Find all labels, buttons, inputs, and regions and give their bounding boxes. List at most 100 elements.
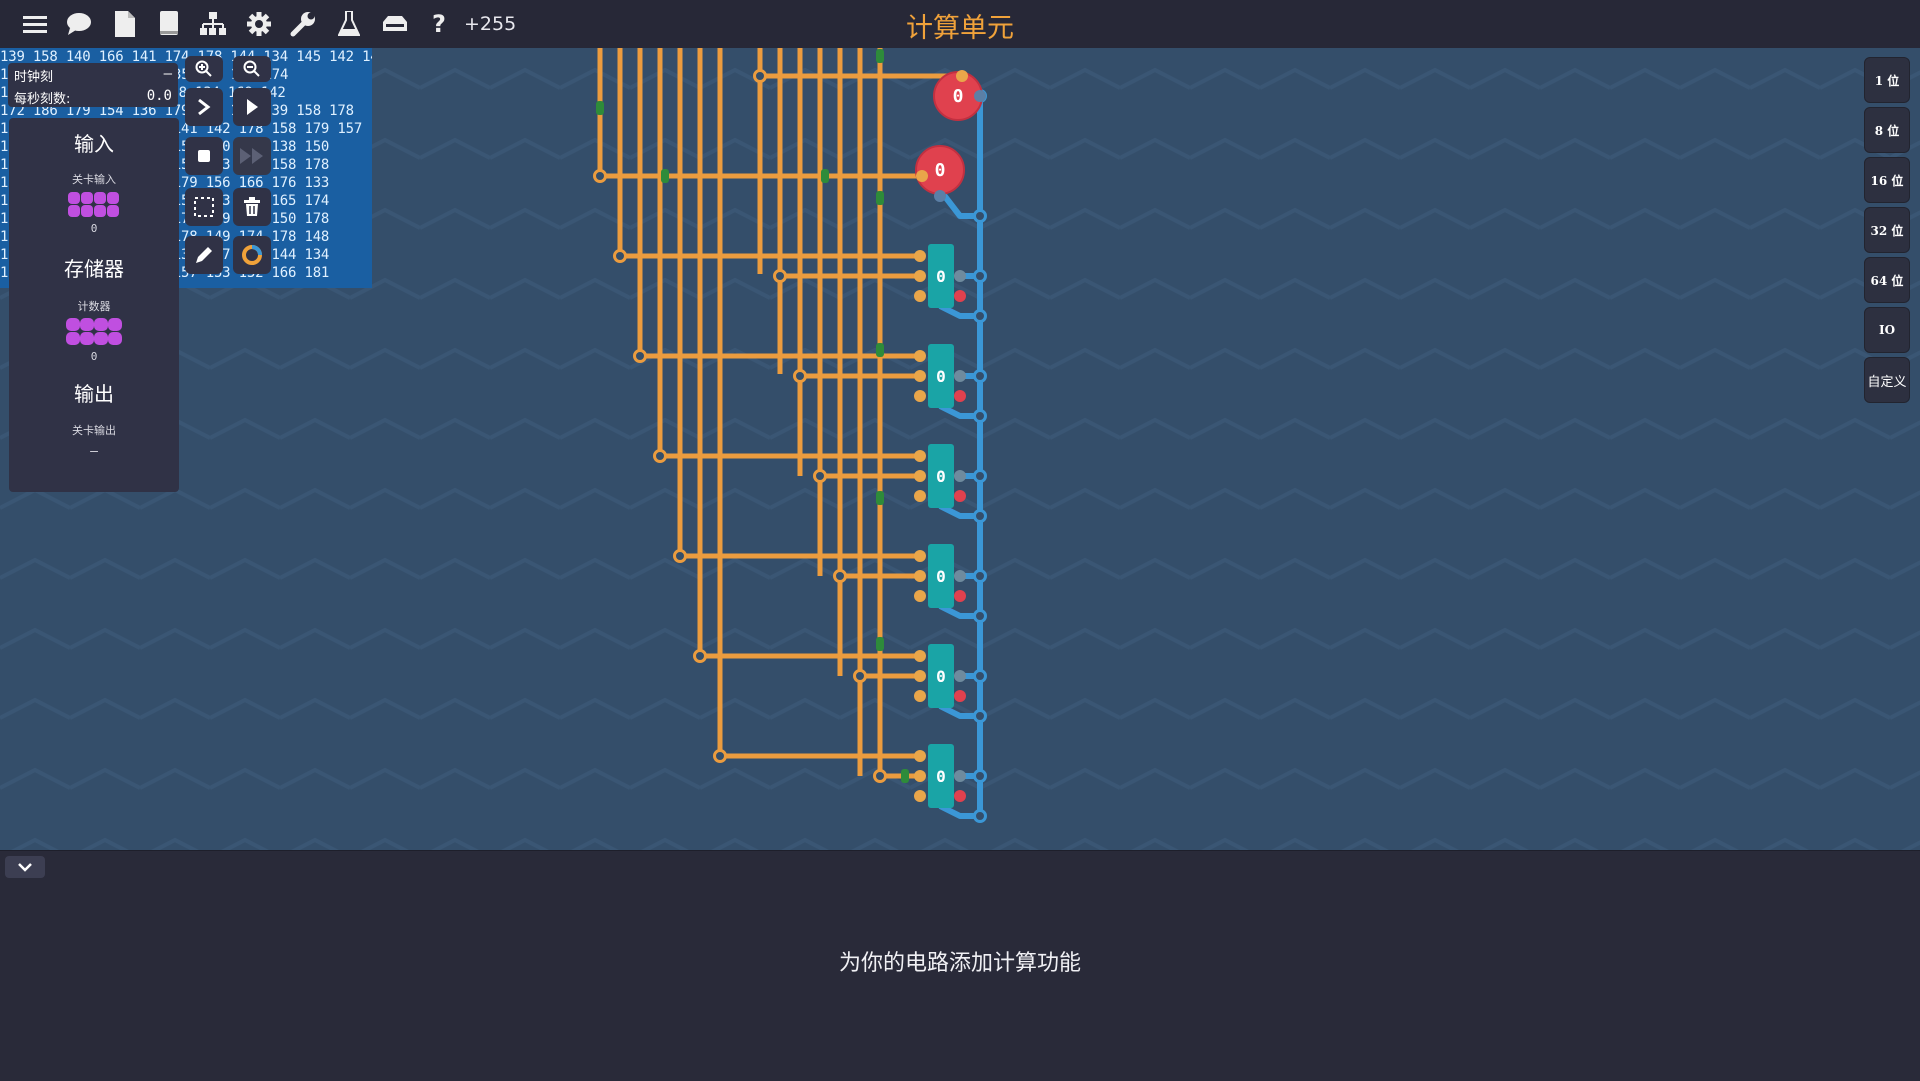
input-pin (956, 70, 968, 82)
wire-node (833, 569, 847, 583)
wire-marker (876, 49, 884, 63)
level-input-component[interactable] (64, 190, 124, 222)
clock-box: 时钟刻 – 每秒刻数: 0.0 (8, 63, 178, 107)
wire-node (973, 369, 987, 383)
wire-marker (821, 169, 829, 183)
register-pin (914, 370, 926, 382)
zoom-out-button[interactable] (233, 56, 271, 82)
register-pin (914, 650, 926, 662)
register-pin (954, 590, 966, 602)
wire-node (973, 209, 987, 223)
bit-button-16[interactable]: 16 位 (1864, 157, 1910, 203)
clock-label: 时钟刻 (14, 70, 54, 85)
counter-component[interactable] (64, 316, 124, 348)
register-pin (914, 750, 926, 762)
register-value: 0 (936, 467, 946, 486)
select-button[interactable] (185, 188, 223, 226)
register-pin (954, 370, 966, 382)
zoom-out-icon (243, 60, 260, 77)
wire-node (813, 469, 827, 483)
wire-node (973, 469, 987, 483)
tps-value: 0.0 (146, 88, 172, 104)
register-pin (914, 250, 926, 262)
wire-node (973, 609, 987, 623)
pencil-icon (196, 247, 212, 263)
level-input-label: 关卡输入 (72, 173, 116, 186)
wire-node (973, 709, 987, 723)
chevron-down-icon (18, 863, 32, 872)
level-output-label: 关卡输出 (72, 424, 116, 437)
register-pin (954, 290, 966, 302)
register-pin (914, 290, 926, 302)
wire-marker (661, 169, 669, 183)
wire-node (713, 749, 727, 763)
register-pin (954, 670, 966, 682)
wire-node (973, 269, 987, 283)
register-pin (954, 470, 966, 482)
register-pin (954, 570, 966, 582)
zoom-in-button[interactable] (185, 56, 223, 82)
collapse-button[interactable] (5, 856, 45, 878)
wire-node (653, 449, 667, 463)
zoom-in-icon (195, 60, 212, 77)
bit-button-64[interactable]: 64 位 (1864, 257, 1910, 303)
clock-value: – (163, 66, 172, 82)
wire-marker (876, 491, 884, 505)
wire-node (693, 649, 707, 663)
register-value: 0 (936, 267, 946, 286)
wire-marker (596, 101, 604, 115)
select-icon (194, 197, 214, 217)
description-panel: 为你的电路添加计算功能 (0, 850, 1920, 1081)
register-pin (914, 590, 926, 602)
io-button[interactable]: IO (1864, 307, 1910, 353)
top-bar: ? +255 计算单元 (0, 0, 1920, 49)
input-value: 0 (935, 160, 946, 181)
register-pin (954, 790, 966, 802)
delete-button[interactable] (233, 188, 271, 226)
register-pin (914, 770, 926, 782)
stop-button[interactable] (185, 137, 223, 175)
wire-node (793, 369, 807, 383)
register-value: 0 (936, 667, 946, 686)
storage-heading: 存储器 (64, 257, 124, 281)
register-pin (914, 350, 926, 362)
wire-node (973, 769, 987, 783)
level-description: 为你的电路添加计算功能 (838, 951, 1081, 976)
wire-node (973, 409, 987, 423)
register-pin (914, 470, 926, 482)
fast-forward-button[interactable] (233, 137, 271, 175)
register-pin (954, 490, 966, 502)
register-pin (954, 690, 966, 702)
step-button[interactable] (185, 88, 223, 126)
wire-node (853, 669, 867, 683)
bit-button-8[interactable]: 8 位 (1864, 107, 1910, 153)
input-heading: 输入 (74, 132, 114, 156)
wire-node (593, 169, 607, 183)
wire-node (633, 349, 647, 363)
level-output-count: – (90, 444, 98, 459)
register-pin (914, 690, 926, 702)
register-pin (914, 790, 926, 802)
output-heading: 输出 (74, 382, 114, 406)
play-button[interactable] (233, 88, 271, 126)
pencil-button[interactable] (185, 236, 223, 274)
custom-button[interactable]: 自定义 (1864, 357, 1910, 403)
wire-node (973, 309, 987, 323)
register-pin (914, 550, 926, 562)
counter-count: 0 (90, 350, 98, 363)
stop-icon (198, 150, 210, 162)
wire-node (873, 769, 887, 783)
input-value: 0 (953, 86, 964, 107)
tps-label: 每秒刻数: (14, 92, 71, 107)
wire-node (753, 69, 767, 83)
bit-button-1[interactable]: 1 位 (1864, 57, 1910, 103)
counter-label: 计数器 (77, 300, 111, 313)
register-pin (954, 270, 966, 282)
register-value: 0 (936, 767, 946, 786)
bit-button-32[interactable]: 32 位 (1864, 207, 1910, 253)
wire-node (773, 269, 787, 283)
wire-marker (901, 769, 909, 783)
wire-node (973, 669, 987, 683)
page-title: 计算单元 (906, 13, 1014, 44)
color-button[interactable] (233, 236, 271, 274)
